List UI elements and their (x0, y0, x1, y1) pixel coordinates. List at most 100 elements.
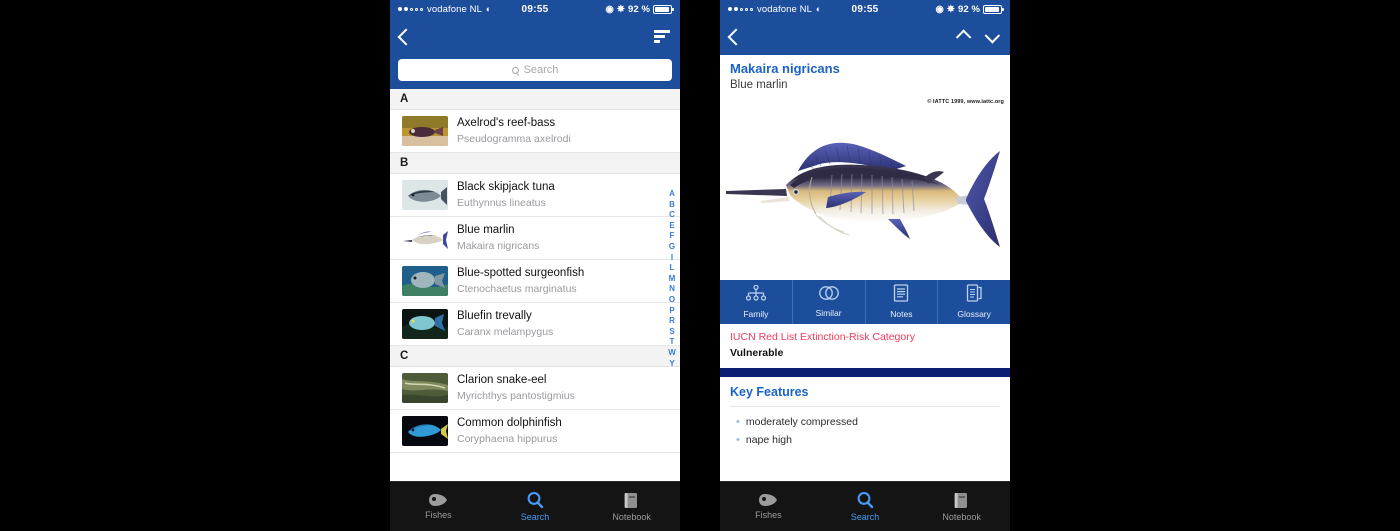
index-letter-y[interactable]: Y (669, 359, 674, 370)
status-bar-right: ◉ ✸ 92 % (549, 3, 675, 15)
list-item-common-name: Axelrod's reef-bass (457, 117, 556, 130)
bullet-icon: • (736, 416, 740, 429)
list-item-scientific-name: Euthynnus lineatus (457, 196, 546, 209)
index-letter-p[interactable]: P (669, 306, 674, 317)
species-list[interactable]: A Axelrod's reef-bass Pseudogramma axelrod… (390, 89, 680, 481)
list-item[interactable]: Axelrod's reef-bass Pseudogramma axelrodi (390, 110, 680, 153)
right-nav-bar (720, 18, 1010, 55)
key-features-list: • moderately compressed • nape high (730, 413, 1000, 449)
list-item[interactable]: Clarion snake-eel Myrichthys pantostigmiu… (390, 367, 680, 410)
key-features-title: Key Features (730, 385, 809, 400)
list-item-text: Common dolphinfish Coryphaena hippurus (457, 417, 562, 444)
wifi-icon: ◐ (485, 4, 492, 14)
list-item[interactable]: Blue marlin Makaira nigricans (390, 217, 680, 260)
list-item-common-name: Common dolphinfish (457, 417, 562, 430)
index-letter-m[interactable]: M (669, 274, 676, 285)
index-letter-b[interactable]: B (669, 200, 675, 211)
index-letter-n[interactable]: N (669, 284, 675, 295)
clock-label: 09:55 (851, 3, 879, 15)
section-divider (720, 368, 1010, 378)
index-letter-c[interactable]: C (669, 210, 675, 221)
index-letter-e[interactable]: E (669, 221, 674, 232)
index-letter-w[interactable]: W (668, 348, 676, 359)
tab-label: Fishes (755, 510, 782, 520)
location-icon: ◉ (935, 3, 944, 15)
back-chevron-icon[interactable] (727, 28, 745, 45)
detail-tab-family[interactable]: Family (720, 279, 793, 324)
back-chevron-icon[interactable] (397, 28, 415, 45)
detail-tab-similar[interactable]: Similar (793, 279, 866, 324)
index-letter-t[interactable]: T (670, 337, 675, 348)
species-list-body: A Axelrod's reef-bass Pseudogramma axelrod… (390, 89, 680, 453)
list-item-scientific-name: Caranx melampygus (457, 325, 554, 338)
tab-search[interactable]: Search (487, 482, 584, 531)
section-header-a: A (390, 89, 680, 110)
index-letter-o[interactable]: O (669, 295, 675, 306)
sort-icon[interactable] (654, 30, 670, 43)
chevron-up-icon[interactable] (955, 29, 972, 45)
detail-tab-label: Similar (815, 308, 842, 319)
list-item-text: Axelrod's reef-bass Pseudogramma axelrodi (457, 117, 571, 144)
index-letter-g[interactable]: G (669, 242, 675, 253)
index-letter-a[interactable]: A (669, 189, 675, 200)
battery-icon (983, 4, 1005, 14)
tab-fishes[interactable]: Fishes (720, 482, 817, 531)
list-item-scientific-name: Pseudogramma axelrodi (457, 132, 571, 145)
species-illustration: © IATTC 1999, www.iattc.org (720, 94, 1010, 280)
search-bar-container: Search (390, 55, 680, 89)
index-letter-l[interactable]: L (670, 263, 675, 274)
iucn-value: Vulnerable (730, 347, 784, 360)
detail-tab-glossary[interactable]: Glossary (938, 280, 1010, 324)
list-item[interactable]: Common dolphinfish Coryphaena hippurus (390, 410, 680, 453)
list-item-text: Clarion snake-eel Myrichthys pantostigmiu… (457, 374, 575, 401)
index-letter-i[interactable]: I (671, 253, 673, 264)
iucn-title: IUCN Red List Extinction-Risk Category (730, 330, 915, 343)
index-letter-s[interactable]: S (669, 327, 674, 338)
section-header-c: C (390, 346, 680, 367)
tab-notebook[interactable]: Notebook (913, 482, 1010, 531)
fish-icon (758, 493, 778, 507)
index-letter-f[interactable]: F (670, 231, 675, 242)
tab-notebook[interactable]: Notebook (583, 482, 680, 531)
search-icon (856, 491, 874, 509)
tab-fishes[interactable]: Fishes (390, 482, 487, 531)
bullet-icon: • (736, 434, 740, 447)
dolphinfish-photo (402, 416, 448, 446)
search-placeholder: Search (523, 64, 559, 76)
list-item[interactable]: Black skipjack tuna Euthynnus lineatus (390, 174, 680, 217)
bottom-tab-bar-right[interactable]: Fishes Search Notebook (720, 481, 1010, 531)
list-item-common-name: Blue marlin (457, 224, 515, 237)
list-item-scientific-name: Coryphaena hippurus (457, 432, 558, 445)
bluetooth-icon: ✸ (946, 3, 955, 15)
species-detail-scroll[interactable]: Makaira nigricans Blue marlin © IATTC 19… (720, 55, 1010, 481)
wifi-icon: ◐ (815, 4, 822, 14)
blue-marlin-photo (402, 223, 448, 253)
list-item-common-name: Blue-spotted surgeonfish (457, 267, 585, 280)
list-item-common-name: Black skipjack tuna (457, 181, 555, 194)
key-feature-text: nape high (745, 434, 792, 447)
bottom-tab-bar-left[interactable]: Fishes Search Notebook (390, 481, 680, 531)
list-item-scientific-name: Myrichthys pantostigmius (457, 389, 575, 402)
list-item-text: Blue marlin Makaira nigricans (457, 224, 539, 251)
index-letter-r[interactable]: R (669, 316, 675, 327)
search-icon (526, 491, 544, 509)
key-feature-item: • nape high (730, 431, 1000, 449)
detail-tab-notes[interactable]: Notes (866, 279, 939, 324)
list-item[interactable]: Bluefin trevally Caranx melampygus (390, 303, 680, 346)
location-icon: ◉ (605, 3, 614, 15)
species-common-name: Blue marlin (730, 78, 788, 91)
tab-search[interactable]: Search (817, 482, 914, 531)
family-tree-icon (745, 284, 767, 307)
search-input[interactable]: Search (398, 59, 672, 81)
notebook-icon (954, 492, 969, 509)
detail-tab-row[interactable]: Family Similar Notes Glossary (720, 279, 1010, 324)
list-item[interactable]: Blue-spotted surgeonfish Ctenochaetus mar… (390, 260, 680, 303)
chevron-down-icon[interactable] (984, 28, 1001, 44)
battery-percent-label: 92 % (957, 3, 981, 15)
tab-label: Fishes (425, 510, 452, 520)
reef-bass-photo (402, 116, 448, 146)
alphabet-index-bar[interactable]: ABCEFGILMNOPRSTWY (666, 189, 678, 369)
signal-strength-icon (728, 7, 753, 11)
carrier-label: vodafone NL (757, 3, 812, 15)
tab-label: Notebook (612, 511, 651, 522)
